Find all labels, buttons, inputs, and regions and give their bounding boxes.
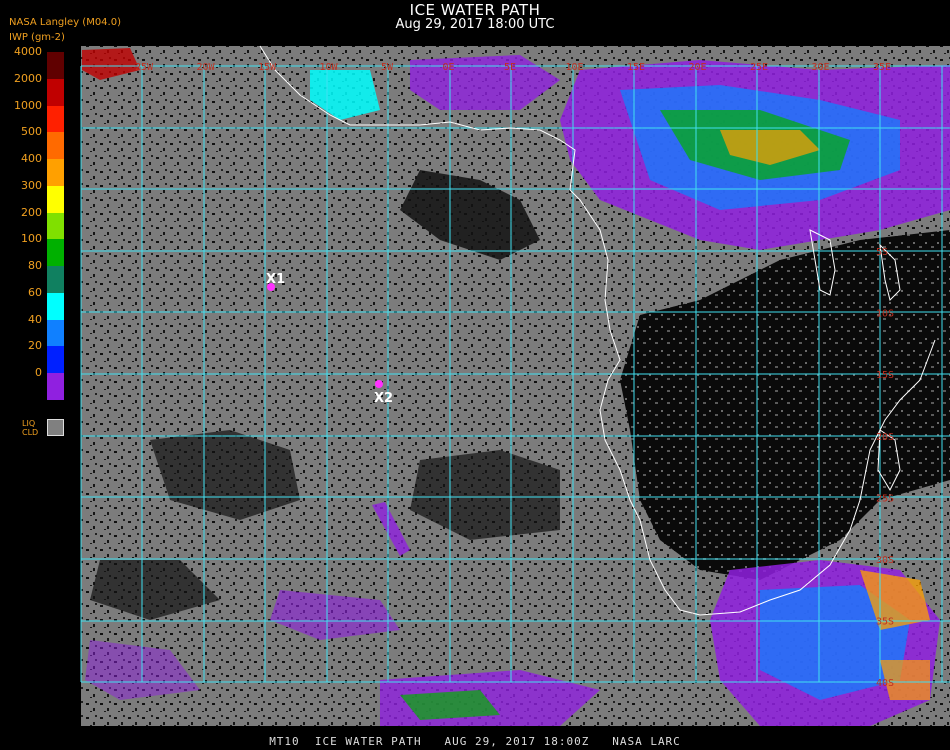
longitude-label: 20W — [197, 62, 216, 73]
longitude-label: 25E — [750, 62, 768, 73]
latitude-label: 25S — [876, 493, 894, 504]
marker-x1-label: X1 — [266, 272, 285, 287]
latitude-label: 15S — [876, 370, 894, 381]
latitude-label: 30S — [876, 555, 894, 566]
longitude-label: 5W — [381, 62, 394, 73]
longitude-label: 5E — [504, 62, 516, 73]
longitude-label: 25W — [135, 62, 154, 73]
latitude-label: 10S — [876, 309, 894, 320]
marker-x2-label: X2 — [374, 391, 393, 406]
satellite-map[interactable]: 25W 20W 15W 10W 5W 0E 5E 10E 15E 20E 25E 30E 35E 5S 10… — [0, 0, 950, 750]
longitude-label: 20E — [689, 62, 707, 73]
latitude-label: 35S — [876, 617, 894, 628]
longitude-label: 0E — [443, 62, 455, 73]
latitude-label: 5S — [876, 247, 888, 258]
marker-x2-dot — [375, 380, 383, 388]
latitude-label: 20S — [876, 432, 894, 443]
longitude-label: 10W — [320, 62, 339, 73]
longitude-label: 15W — [258, 62, 277, 73]
longitude-label: 30E — [812, 62, 830, 73]
latitude-label: 40S — [876, 678, 894, 689]
longitude-label: 15E — [627, 62, 645, 73]
longitude-label: 10E — [566, 62, 584, 73]
map-footer: MT10 ICE WATER PATH AUG 29, 2017 18:00Z … — [269, 735, 681, 748]
longitude-label: 35E — [873, 62, 891, 73]
